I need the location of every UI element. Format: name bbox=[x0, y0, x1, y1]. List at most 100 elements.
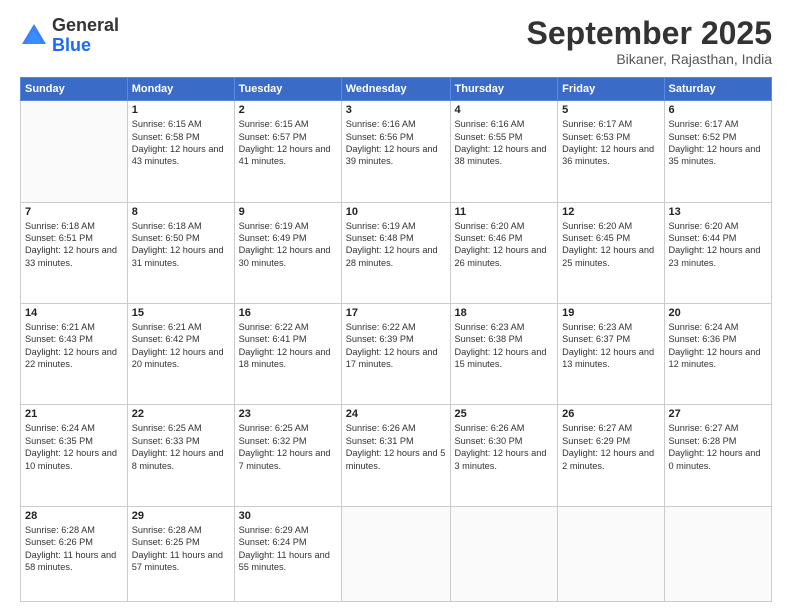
calendar-cell bbox=[450, 506, 558, 601]
day-number: 23 bbox=[239, 408, 337, 420]
day-detail: Sunrise: 6:15 AM Sunset: 6:58 PM Dayligh… bbox=[132, 118, 230, 168]
day-number: 21 bbox=[25, 408, 123, 420]
calendar-cell: 1 Sunrise: 6:15 AM Sunset: 6:58 PM Daylig… bbox=[127, 101, 234, 202]
day-detail: Sunrise: 6:28 AM Sunset: 6:26 PM Dayligh… bbox=[25, 524, 123, 574]
title-block: September 2025 Bikaner, Rajasthan, India bbox=[527, 16, 772, 67]
day-number: 9 bbox=[239, 206, 337, 218]
day-detail: Sunrise: 6:23 AM Sunset: 6:37 PM Dayligh… bbox=[562, 321, 659, 371]
calendar-cell: 13Sunrise: 6:20 AM Sunset: 6:44 PM Dayli… bbox=[664, 202, 772, 303]
header: General Blue September 2025 Bikaner, Raj… bbox=[20, 16, 772, 67]
day-number: 4 bbox=[455, 104, 554, 116]
calendar-cell: 29Sunrise: 6:28 AM Sunset: 6:25 PM Dayli… bbox=[127, 506, 234, 601]
weekday-header-saturday: Saturday bbox=[664, 78, 772, 101]
calendar-cell: 9 Sunrise: 6:19 AM Sunset: 6:49 PM Daylig… bbox=[234, 202, 341, 303]
calendar-cell: 14 Sunrise: 6:21 AM Sunset: 6:43 PM Dayli… bbox=[21, 304, 128, 405]
day-number: 8 bbox=[132, 206, 230, 218]
day-detail: Sunrise: 6:21 AM Sunset: 6:42 PM Dayligh… bbox=[132, 321, 230, 371]
week-row-1: 7 Sunrise: 6:18 AM Sunset: 6:51 PM Daylig… bbox=[21, 202, 772, 303]
day-detail: Sunrise: 6:26 AM Sunset: 6:30 PM Dayligh… bbox=[455, 422, 554, 472]
day-number: 29 bbox=[132, 510, 230, 522]
day-number: 16 bbox=[239, 307, 337, 319]
subtitle: Bikaner, Rajasthan, India bbox=[527, 51, 772, 67]
day-number: 22 bbox=[132, 408, 230, 420]
calendar-cell: 3Sunrise: 6:16 AM Sunset: 6:56 PM Daylig… bbox=[341, 101, 450, 202]
day-detail: Sunrise: 6:18 AM Sunset: 6:50 PM Dayligh… bbox=[132, 220, 230, 270]
logo-general: General bbox=[52, 15, 119, 35]
logo-icon bbox=[20, 22, 48, 50]
day-number: 14 bbox=[25, 307, 123, 319]
calendar-cell: 21 Sunrise: 6:24 AM Sunset: 6:35 PM Dayli… bbox=[21, 405, 128, 506]
day-detail: Sunrise: 6:21 AM Sunset: 6:43 PM Dayligh… bbox=[25, 321, 123, 371]
calendar-cell bbox=[558, 506, 664, 601]
weekday-header-monday: Monday bbox=[127, 78, 234, 101]
week-row-4: 28 Sunrise: 6:28 AM Sunset: 6:26 PM Dayli… bbox=[21, 506, 772, 601]
logo-text: General Blue bbox=[52, 16, 119, 56]
calendar-cell: 22Sunrise: 6:25 AM Sunset: 6:33 PM Dayli… bbox=[127, 405, 234, 506]
weekday-header-row: SundayMondayTuesdayWednesdayThursdayFrid… bbox=[21, 78, 772, 101]
day-detail: Sunrise: 6:19 AM Sunset: 6:48 PM Dayligh… bbox=[346, 220, 446, 270]
day-number: 2 bbox=[239, 104, 337, 116]
day-detail: Sunrise: 6:22 AM Sunset: 6:39 PM Dayligh… bbox=[346, 321, 446, 371]
day-number: 24 bbox=[346, 408, 446, 420]
calendar-cell: 23Sunrise: 6:25 AM Sunset: 6:32 PM Dayli… bbox=[234, 405, 341, 506]
calendar-cell: 30Sunrise: 6:29 AM Sunset: 6:24 PM Dayli… bbox=[234, 506, 341, 601]
day-detail: Sunrise: 6:22 AM Sunset: 6:41 PM Dayligh… bbox=[239, 321, 337, 371]
weekday-header-sunday: Sunday bbox=[21, 78, 128, 101]
weekday-header-thursday: Thursday bbox=[450, 78, 558, 101]
day-detail: Sunrise: 6:27 AM Sunset: 6:28 PM Dayligh… bbox=[669, 422, 768, 472]
day-number: 26 bbox=[562, 408, 659, 420]
logo-blue: Blue bbox=[52, 35, 91, 55]
month-title: September 2025 bbox=[527, 16, 772, 51]
calendar-cell: 11Sunrise: 6:20 AM Sunset: 6:46 PM Dayli… bbox=[450, 202, 558, 303]
page: General Blue September 2025 Bikaner, Raj… bbox=[0, 0, 792, 612]
day-number: 20 bbox=[669, 307, 768, 319]
calendar-cell bbox=[341, 506, 450, 601]
day-detail: Sunrise: 6:24 AM Sunset: 6:36 PM Dayligh… bbox=[669, 321, 768, 371]
week-row-2: 14 Sunrise: 6:21 AM Sunset: 6:43 PM Dayli… bbox=[21, 304, 772, 405]
day-detail: Sunrise: 6:29 AM Sunset: 6:24 PM Dayligh… bbox=[239, 524, 337, 574]
calendar-cell: 24Sunrise: 6:26 AM Sunset: 6:31 PM Dayli… bbox=[341, 405, 450, 506]
weekday-header-tuesday: Tuesday bbox=[234, 78, 341, 101]
weekday-header-wednesday: Wednesday bbox=[341, 78, 450, 101]
day-number: 7 bbox=[25, 206, 123, 218]
day-number: 18 bbox=[455, 307, 554, 319]
day-number: 10 bbox=[346, 206, 446, 218]
day-number: 1 bbox=[132, 104, 230, 116]
logo: General Blue bbox=[20, 16, 119, 56]
calendar-cell: 10 Sunrise: 6:19 AM Sunset: 6:48 PM Dayli… bbox=[341, 202, 450, 303]
day-detail: Sunrise: 6:18 AM Sunset: 6:51 PM Dayligh… bbox=[25, 220, 123, 270]
day-detail: Sunrise: 6:15 AM Sunset: 6:57 PM Dayligh… bbox=[239, 118, 337, 168]
day-number: 13 bbox=[669, 206, 768, 218]
week-row-3: 21 Sunrise: 6:24 AM Sunset: 6:35 PM Dayli… bbox=[21, 405, 772, 506]
day-number: 12 bbox=[562, 206, 659, 218]
day-number: 17 bbox=[346, 307, 446, 319]
day-detail: Sunrise: 6:24 AM Sunset: 6:35 PM Dayligh… bbox=[25, 422, 123, 472]
week-row-0: 1 Sunrise: 6:15 AM Sunset: 6:58 PM Daylig… bbox=[21, 101, 772, 202]
calendar-cell: 20 Sunrise: 6:24 AM Sunset: 6:36 PM Dayli… bbox=[664, 304, 772, 405]
day-detail: Sunrise: 6:19 AM Sunset: 6:49 PM Dayligh… bbox=[239, 220, 337, 270]
calendar-cell: 7 Sunrise: 6:18 AM Sunset: 6:51 PM Daylig… bbox=[21, 202, 128, 303]
day-number: 5 bbox=[562, 104, 659, 116]
day-number: 6 bbox=[669, 104, 768, 116]
calendar-cell bbox=[21, 101, 128, 202]
day-number: 25 bbox=[455, 408, 554, 420]
day-detail: Sunrise: 6:20 AM Sunset: 6:46 PM Dayligh… bbox=[455, 220, 554, 270]
calendar-cell: 26 Sunrise: 6:27 AM Sunset: 6:29 PM Dayli… bbox=[558, 405, 664, 506]
calendar-cell: 19 Sunrise: 6:23 AM Sunset: 6:37 PM Dayli… bbox=[558, 304, 664, 405]
weekday-header-friday: Friday bbox=[558, 78, 664, 101]
day-number: 19 bbox=[562, 307, 659, 319]
calendar-table: SundayMondayTuesdayWednesdayThursdayFrid… bbox=[20, 77, 772, 602]
day-detail: Sunrise: 6:16 AM Sunset: 6:55 PM Dayligh… bbox=[455, 118, 554, 168]
day-detail: Sunrise: 6:20 AM Sunset: 6:45 PM Dayligh… bbox=[562, 220, 659, 270]
calendar-cell: 5Sunrise: 6:17 AM Sunset: 6:53 PM Daylig… bbox=[558, 101, 664, 202]
day-number: 3 bbox=[346, 104, 446, 116]
calendar-cell: 18Sunrise: 6:23 AM Sunset: 6:38 PM Dayli… bbox=[450, 304, 558, 405]
calendar-cell: 8 Sunrise: 6:18 AM Sunset: 6:50 PM Daylig… bbox=[127, 202, 234, 303]
calendar-cell: 6Sunrise: 6:17 AM Sunset: 6:52 PM Daylig… bbox=[664, 101, 772, 202]
day-detail: Sunrise: 6:27 AM Sunset: 6:29 PM Dayligh… bbox=[562, 422, 659, 472]
calendar-cell: 12 Sunrise: 6:20 AM Sunset: 6:45 PM Dayli… bbox=[558, 202, 664, 303]
calendar-cell: 2 Sunrise: 6:15 AM Sunset: 6:57 PM Daylig… bbox=[234, 101, 341, 202]
day-number: 28 bbox=[25, 510, 123, 522]
calendar-cell: 16 Sunrise: 6:22 AM Sunset: 6:41 PM Dayli… bbox=[234, 304, 341, 405]
calendar-cell: 28 Sunrise: 6:28 AM Sunset: 6:26 PM Dayli… bbox=[21, 506, 128, 601]
